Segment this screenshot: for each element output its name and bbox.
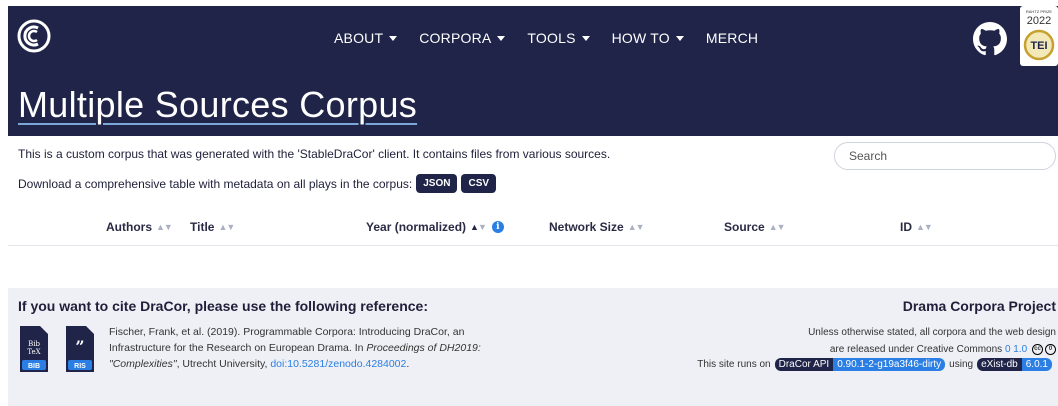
column-id[interactable]: ID ▲▼	[900, 220, 933, 234]
license-text: Unless otherwise stated, all corpora and…	[808, 327, 1056, 355]
nav-tools[interactable]: TOOLS	[527, 30, 590, 46]
column-network-size[interactable]: Network Size ▲▼	[549, 220, 645, 234]
chevron-down-icon	[675, 35, 684, 41]
project-title: Drama Corpora Project	[902, 298, 1056, 314]
page: ABOUT CORPORA TOOLS HOW TO MERCH RAHTZ P…	[8, 6, 1058, 406]
svg-text:”: ”	[75, 337, 84, 356]
column-authors[interactable]: Authors ▲▼	[106, 220, 173, 234]
dracor-logo-icon[interactable]	[16, 18, 52, 54]
github-icon[interactable]	[973, 22, 1007, 56]
chevron-down-icon	[581, 35, 590, 41]
svg-text:TeX: TeX	[27, 348, 40, 356]
chevron-down-icon	[497, 35, 506, 41]
license-link[interactable]: 0 1.0	[1005, 344, 1027, 355]
download-json-button[interactable]: JSON	[416, 174, 458, 193]
download-row: Download a comprehensive table with meta…	[18, 174, 497, 193]
sort-icon[interactable]: ▲▼	[470, 222, 487, 232]
nav-corpora[interactable]: CORPORA	[419, 30, 506, 46]
zero-icon: 0	[1045, 343, 1056, 355]
bibtex-download-icon[interactable]: Bib TeX BIB	[18, 324, 50, 374]
sort-icon[interactable]: ▲▼	[916, 222, 933, 232]
page-title: Multiple Sources Corpus	[18, 84, 418, 125]
nav-howto[interactable]: HOW TO	[612, 30, 684, 46]
svg-text:RIS: RIS	[74, 363, 86, 370]
title-band: Multiple Sources Corpus	[8, 70, 1058, 136]
ris-download-icon[interactable]: ” RIS	[64, 324, 96, 374]
tei-prize-badge[interactable]: RAHTZ PRIZE 2022 TEI	[1020, 6, 1058, 66]
sort-icon[interactable]: ▲▼	[156, 222, 173, 232]
citation-text: Fischer, Frank, et al. (2019). Programma…	[109, 326, 481, 370]
badge-year-text: 2022	[1027, 15, 1051, 27]
download-text: Download a comprehensive table with meta…	[18, 176, 413, 191]
chevron-down-icon	[389, 35, 398, 41]
column-title[interactable]: Title ▲▼	[190, 220, 235, 234]
api-version-badge[interactable]: DraCor API 0.90.1-2-g19a3f46-dirty	[774, 358, 946, 371]
column-source[interactable]: Source ▲▼	[724, 220, 786, 234]
footer: If you want to cite DraCor, please use t…	[8, 288, 1058, 406]
search-input[interactable]	[834, 142, 1056, 170]
sort-icon[interactable]: ▲▼	[769, 222, 786, 232]
sort-icon[interactable]: ▲▼	[218, 222, 235, 232]
svg-text:Bib: Bib	[28, 340, 40, 348]
badge-top-text: RAHTZ PRIZE	[1026, 9, 1053, 14]
column-year[interactable]: Year (normalized) ▲▼ i	[366, 220, 504, 234]
download-csv-button[interactable]: CSV	[461, 174, 497, 193]
corpus-description: This is a custom corpus that was generat…	[18, 147, 611, 161]
runs-on: This site runs on DraCor API 0.90.1-2-g19…	[697, 358, 1056, 371]
table-header: Authors ▲▼ Title ▲▼ Year (normalized) ▲▼ i …	[8, 216, 1058, 246]
sort-icon[interactable]: ▲▼	[628, 222, 645, 232]
nav-merch[interactable]: MERCH	[706, 30, 758, 46]
info-icon[interactable]: i	[491, 221, 504, 233]
db-version-badge[interactable]: eXist-db 6.0.1	[977, 358, 1052, 371]
navbar: ABOUT CORPORA TOOLS HOW TO MERCH RAHTZ P…	[8, 6, 1058, 70]
svg-text:BIB: BIB	[28, 363, 40, 370]
nav-about[interactable]: ABOUT	[334, 30, 398, 46]
badge-name-text: TEI	[1030, 40, 1047, 52]
cite-heading: If you want to cite DraCor, please use t…	[18, 298, 428, 314]
doi-link[interactable]: doi:10.5281/zenodo.4284002	[270, 358, 406, 370]
cc-icon: cc	[1032, 343, 1043, 355]
main-nav: ABOUT CORPORA TOOLS HOW TO MERCH	[334, 30, 780, 46]
